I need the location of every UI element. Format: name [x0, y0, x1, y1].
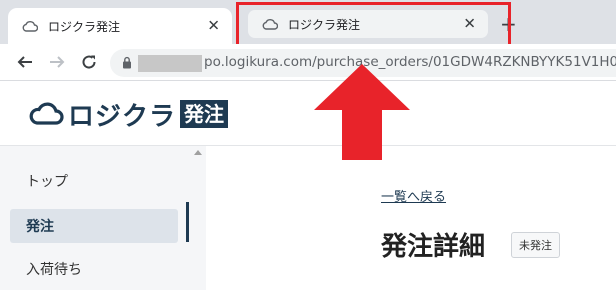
red-arrow-annotation: [314, 64, 410, 160]
sidebar-item-label: トップ: [26, 174, 68, 190]
page-title: 発注詳細: [381, 232, 486, 262]
status-badge: 未発注: [511, 232, 560, 258]
highlight-box: [236, 2, 511, 48]
sidebar-item-order[interactable]: 発注: [10, 209, 178, 243]
cloud-icon: [22, 19, 39, 33]
logo-text: ロジクラ: [68, 101, 177, 132]
scrollbar-thumb[interactable]: [186, 202, 189, 242]
main-content: 一覧へ戻る 発注詳細 未発注: [207, 146, 616, 290]
sidebar: トップ 発注 入荷待ち: [0, 146, 206, 290]
redacted-url-part: [138, 55, 202, 72]
forward-arrow-icon[interactable]: [44, 49, 70, 75]
sidebar-item-label: 発注: [26, 219, 54, 235]
browser-tab-1[interactable]: ロジクラ発注 ✕: [8, 8, 232, 44]
scroll-up-arrow-icon[interactable]: [194, 150, 202, 155]
lock-icon[interactable]: [122, 56, 132, 73]
logo-badge: 発注: [180, 100, 229, 128]
sidebar-item-top[interactable]: トップ: [10, 164, 178, 198]
app-header: ロジクラ 発注: [0, 81, 616, 146]
cloud-logo-icon: [29, 102, 64, 125]
tab-title: ロジクラ発注: [48, 19, 121, 34]
browser-toolbar: po.logikura.com/purchase_orders/01GDW4RZ…: [0, 44, 616, 81]
url-text: po.logikura.com/purchase_orders/01GDW4RZ…: [204, 54, 616, 70]
logo[interactable]: ロジクラ 発注: [28, 99, 229, 132]
back-arrow-icon[interactable]: [12, 49, 38, 75]
reload-icon[interactable]: [76, 49, 102, 75]
close-icon[interactable]: ✕: [207, 17, 220, 35]
back-to-list-link[interactable]: 一覧へ戻る: [381, 186, 446, 205]
sidebar-item-label: 入荷待ち: [26, 262, 82, 278]
sidebar-item-awaiting-arrival[interactable]: 入荷待ち: [10, 252, 178, 286]
